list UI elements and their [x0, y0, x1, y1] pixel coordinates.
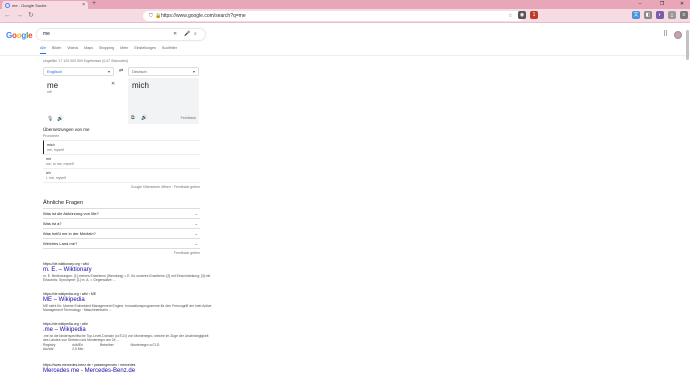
list-item[interactable]: mir me, to me, myself — [43, 154, 200, 168]
result-stats: Ungefähr 17 120 000 000 Ergebnisse (0,47… — [43, 59, 129, 63]
back-icon[interactable]: ← — [4, 10, 11, 22]
speaker-icon[interactable]: 🔊 — [57, 116, 63, 122]
microphone-icon[interactable]: 🎙 — [47, 116, 53, 122]
source-word: me — [47, 81, 59, 90]
related-questions-heading: Ähnliche Fragen — [43, 200, 84, 206]
result-title-link[interactable]: m. E. – Wiktionary — [43, 267, 213, 273]
result-snippet: ME steht für: Marine Embedded Management… — [43, 304, 212, 313]
result-facts: Registry doMEn Betreiber Montenegro ccTLD … — [43, 342, 160, 351]
google-favicon-icon — [5, 2, 10, 8]
tab-maps[interactable]: Maps — [84, 46, 93, 54]
search-result: https://www.mercedes-benz.de › passenger… — [43, 363, 213, 375]
result-url: https://de.wikipedia.org › wiki — [43, 322, 88, 326]
translations-heading: Übersetzungen von me — [43, 127, 90, 132]
translate-extension-icon[interactable]: 文 — [632, 11, 640, 19]
question-item[interactable]: Welches Land me? ⌄ — [43, 238, 200, 248]
tab-shopping[interactable]: Shopping — [99, 46, 114, 54]
target-word: mich — [132, 81, 149, 90]
close-window-button[interactable]: ✕ — [675, 0, 689, 9]
result-title-link[interactable]: Mercedes me - Mercedes-Benz.de — [43, 368, 213, 374]
reload-icon[interactable]: ↻ — [28, 10, 34, 22]
question-item[interactable]: Was ist die Abkürzung von Me? ⌄ — [43, 208, 200, 218]
result-snippet: m. E. Bedeutungen: [1] meines Erachtens … — [43, 274, 211, 283]
list-item[interactable]: mich me, myself — [43, 140, 200, 154]
browser-toolbar: ← → ↻ ⛉ 🔒 https://www.google.com/search?… — [0, 9, 690, 23]
source-text-area[interactable]: me mē ✕ 🎙 🔊 — [43, 78, 120, 124]
google-logo[interactable]: Google — [6, 31, 33, 40]
target-language-label: Deutsch — [132, 69, 147, 74]
translate-feedback-link[interactable]: Feedback — [181, 116, 196, 120]
scrollbar[interactable] — [686, 30, 689, 60]
search-box[interactable]: me ✕ 🎤 ⌕ — [37, 29, 205, 40]
bookmark-star-icon[interactable]: ☆ — [508, 11, 512, 21]
list-item[interactable]: ich I, me, myself — [43, 168, 200, 182]
maximize-button[interactable]: ❐ — [655, 0, 669, 9]
search-input[interactable]: me — [43, 31, 50, 37]
swap-languages-icon[interactable]: ⇄ — [119, 68, 123, 74]
clear-text-icon[interactable]: ✕ — [111, 81, 115, 87]
translate-footer[interactable]: Google Übersetzer öffnen · Feedback gebe… — [43, 182, 200, 189]
screenshot-extension-icon[interactable]: ◧ — [644, 11, 652, 19]
result-url: https://www.mercedes-benz.de › passenger… — [43, 363, 136, 367]
copy-icon[interactable]: ⧉ — [131, 115, 135, 121]
tab-title: me - Google Suche — [12, 2, 47, 8]
chevron-down-icon: ▾ — [107, 69, 110, 74]
speaker-icon[interactable]: 🔊 — [141, 115, 147, 121]
profile-icon[interactable]: ◐ — [656, 11, 664, 19]
result-snippet: .me ist die länderspezifische Top-Level-… — [43, 334, 209, 343]
search-result: https://de.wikipedia.org › wiki › ME ME … — [43, 292, 213, 313]
downloads-icon[interactable]: ⤓ — [668, 11, 676, 19]
extension-icon[interactable]: ◉ — [518, 11, 526, 19]
apps-icon[interactable]: ⠿ — [663, 30, 668, 38]
chevron-down-icon: ▾ — [192, 69, 195, 74]
notification-badge[interactable]: 1 — [530, 11, 538, 19]
tab-tools[interactable]: Suchfilter — [162, 46, 177, 54]
shield-icon: ⛉ — [149, 13, 153, 19]
question-item[interactable]: Was heißt me in der Medizin? ⌄ — [43, 228, 200, 238]
search-result: https://de.wiktionary.org › wiki m. E. –… — [43, 262, 213, 283]
tab-all[interactable]: Alle — [40, 46, 46, 54]
part-of-speech: Pronomen — [43, 134, 60, 138]
tab-videos[interactable]: Videos — [67, 46, 78, 54]
question-item[interactable]: Was ist a? ⌄ — [43, 218, 200, 228]
url-text: https://www.google.com/search?q=me — [161, 13, 246, 19]
close-tab-icon[interactable]: × — [82, 2, 85, 8]
lock-icon: 🔒 — [155, 13, 162, 19]
result-title-link[interactable]: ME – Wikipedia — [43, 297, 213, 303]
feedback-link[interactable]: Feedback geben — [43, 248, 200, 255]
tab-settings[interactable]: Einstellungen — [134, 46, 156, 54]
result-url: https://de.wikipedia.org › wiki › ME — [43, 292, 97, 296]
address-bar[interactable]: ⛉ 🔒 https://www.google.com/search?q=me ☆ — [143, 11, 524, 21]
new-tab-button[interactable]: + — [92, 0, 96, 7]
source-phonetic: mē — [47, 90, 52, 94]
menu-icon[interactable]: ≡ — [680, 11, 688, 19]
result-title-link[interactable]: .me – Wikipedia — [43, 327, 213, 333]
related-questions: Ähnliche Fragen Was ist die Abkürzung vo… — [43, 200, 200, 255]
browser-tab[interactable]: me - Google Suche × — [2, 1, 88, 9]
source-language-label: Englisch — [47, 69, 63, 74]
avatar[interactable] — [674, 31, 682, 39]
chevron-down-icon: ⌄ — [194, 241, 198, 246]
translations-section: Übersetzungen von me Pronomen mich me, m… — [43, 127, 200, 189]
microphone-icon[interactable]: 🎤 — [184, 29, 190, 40]
clear-icon[interactable]: ✕ — [173, 29, 177, 40]
forward-icon[interactable]: → — [16, 10, 23, 22]
search-icon[interactable]: ⌕ — [194, 29, 197, 40]
translation-output: mich ⧉ 🔊 Feedback — [128, 78, 199, 124]
result-url: https://de.wiktionary.org › wiki — [43, 262, 89, 266]
source-language-select[interactable]: Englisch ▾ — [43, 67, 114, 76]
tab-more[interactable]: Mehr — [120, 46, 128, 54]
search-result: https://de.wikipedia.org › wiki .me – Wi… — [43, 322, 213, 351]
tab-strip: me - Google Suche × + – ❐ ✕ — [0, 0, 690, 9]
minimize-button[interactable]: – — [633, 0, 647, 9]
tab-images[interactable]: Bilder — [52, 46, 61, 54]
target-language-select[interactable]: Deutsch ▾ — [128, 67, 199, 76]
search-tabs: Alle Bilder Videos Maps Shopping Mehr Ei… — [40, 46, 177, 54]
